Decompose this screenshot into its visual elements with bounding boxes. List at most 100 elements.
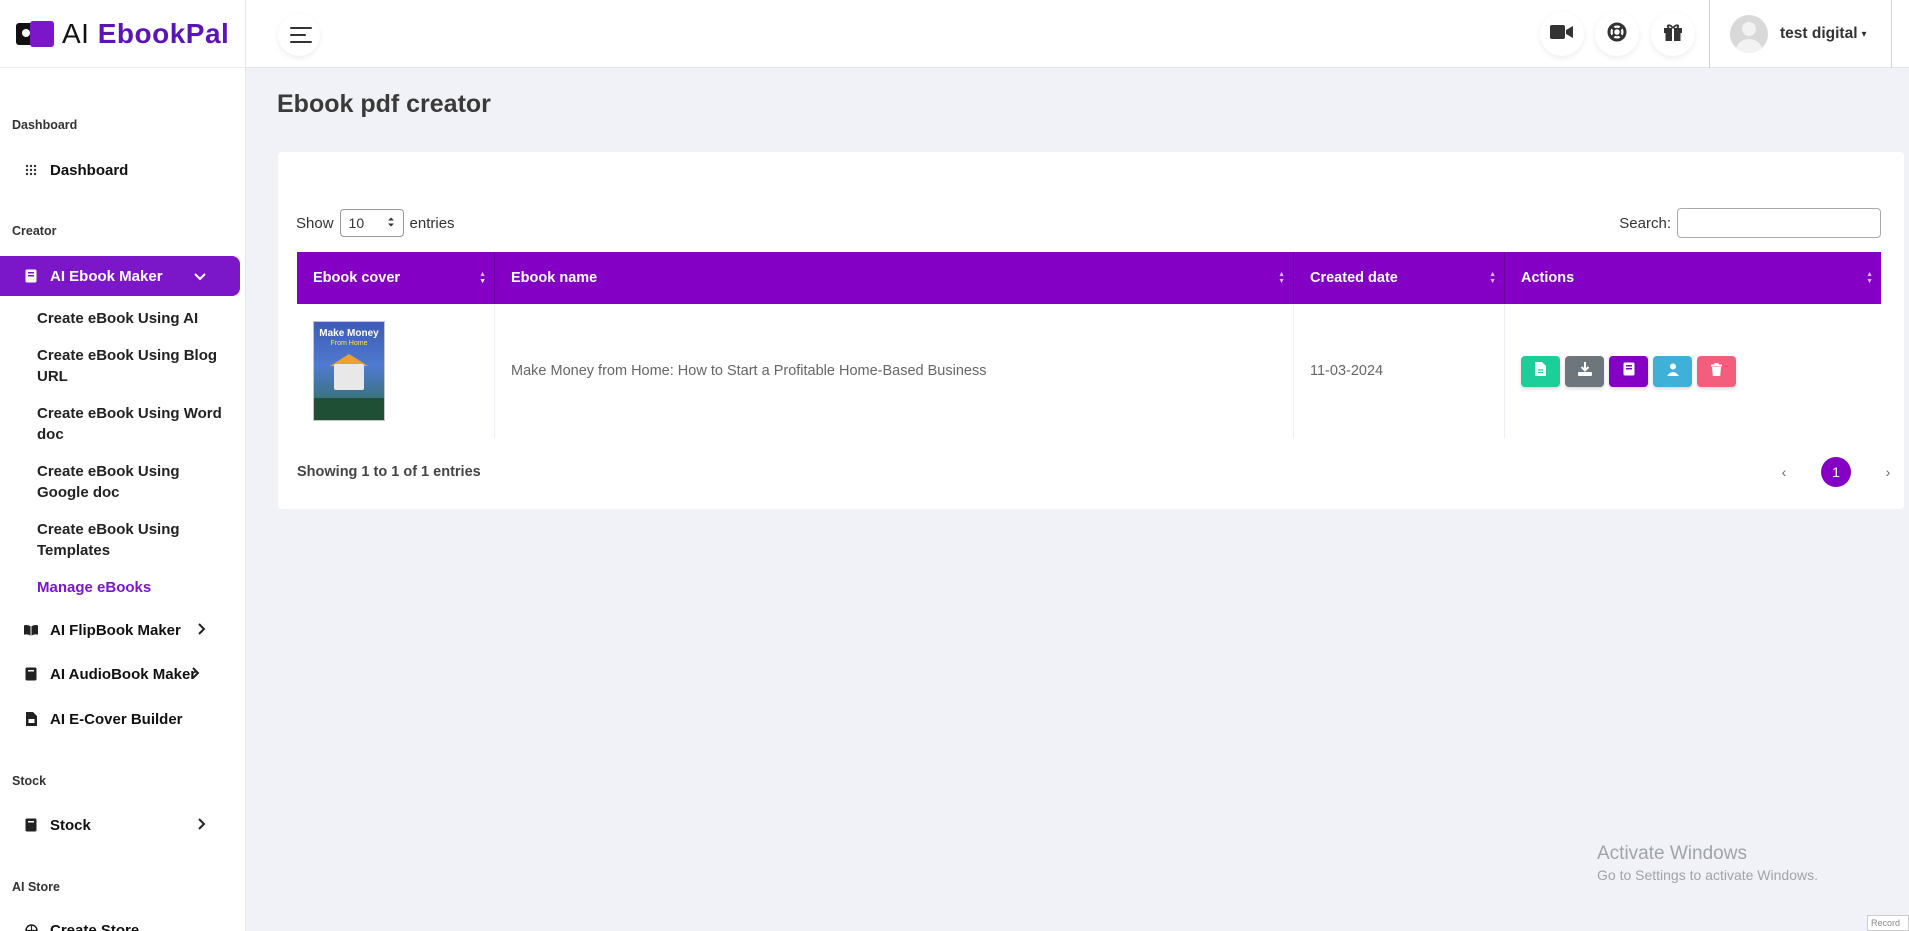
sidebar-item-label: AI E-Cover Builder (50, 710, 183, 728)
user-menu[interactable]: test digital ▾ (1709, 0, 1892, 68)
sidebar-item-ai-audiobook-maker[interactable]: AI AudioBook Maker (0, 662, 240, 686)
hamburger-icon (290, 27, 312, 29)
logo-text: AI EbookPal (62, 18, 229, 50)
submenu-create-ebook-google-doc[interactable]: Create eBook Using Google doc (37, 461, 227, 503)
column-ebook-name[interactable]: Ebook name ▲ ▼ (495, 252, 1294, 304)
column-created-date[interactable]: Created date ▲ ▼ (1294, 252, 1505, 304)
publish-button[interactable] (1653, 355, 1692, 387)
record-badge[interactable]: Record (1867, 915, 1909, 931)
open-book-icon (24, 623, 38, 637)
book-icon (1623, 362, 1635, 380)
column-label: Ebook cover (313, 270, 401, 286)
globe-icon (24, 923, 38, 931)
logo-mark-icon (16, 19, 56, 49)
windows-activation-watermark: Activate Windows Go to Settings to activ… (1597, 843, 1818, 883)
video-button[interactable] (1540, 12, 1584, 56)
open-book-button[interactable] (1609, 355, 1648, 387)
table-info: Showing 1 to 1 of 1 entries (297, 464, 481, 480)
video-camera-icon (1550, 24, 1574, 45)
logo-ai: AI (62, 17, 90, 49)
select-arrows-icon (387, 215, 395, 231)
chevron-right-icon (198, 622, 206, 638)
sort-icon: ▲ ▼ (1278, 271, 1285, 285)
page-title: Ebook pdf creator (277, 90, 491, 118)
submenu-create-ebook-ai[interactable]: Create eBook Using AI (37, 308, 227, 329)
column-label: Ebook name (511, 270, 598, 286)
submenu-create-ebook-templates[interactable]: Create eBook Using Templates (37, 519, 227, 561)
prev-page-button[interactable]: ‹ (1771, 464, 1797, 480)
top-header: test digital ▾ (246, 0, 1909, 68)
submenu-create-ebook-word-doc[interactable]: Create eBook Using Word doc (37, 403, 227, 445)
sort-icon: ▲ ▼ (1489, 271, 1496, 285)
ebooks-table: Ebook cover ▲ ▼ Ebook name ▲ ▼ Created dat… (297, 252, 1881, 438)
cell-created-date: 11-03-2024 (1294, 304, 1505, 438)
cover-subtitle: From Home (330, 340, 368, 347)
page-length-value: 10 (348, 215, 365, 231)
table-header: Ebook cover ▲ ▼ Ebook name ▲ ▼ Created dat… (297, 252, 1881, 304)
search-input[interactable] (1677, 208, 1881, 238)
file-image-icon (24, 712, 38, 726)
page-length-select[interactable]: 10 (339, 209, 404, 237)
column-actions[interactable]: Actions ▲ ▼ (1505, 252, 1881, 304)
search-label: Search: (1619, 214, 1671, 232)
lifebuoy-icon (1607, 22, 1627, 47)
trash-icon (1711, 362, 1722, 380)
logo[interactable]: AI EbookPal (0, 0, 245, 68)
book-icon (24, 818, 38, 832)
cell-ebook-name: Make Money from Home: How to Start a Pro… (495, 304, 1294, 438)
section-creator: Creator (12, 224, 57, 238)
sidebar-item-ai-ecover-builder[interactable]: AI E-Cover Builder (0, 707, 240, 731)
user-name: test digital (1780, 25, 1858, 42)
grid-icon (24, 163, 38, 177)
cell-actions (1505, 304, 1881, 438)
delete-button[interactable] (1697, 355, 1736, 387)
pdf-file-icon (1535, 362, 1546, 380)
chevron-down-icon (194, 268, 206, 284)
gift-button[interactable] (1651, 12, 1695, 56)
sidebar-item-label: AI AudioBook Maker (50, 665, 197, 683)
sort-icon: ▲ ▼ (479, 271, 486, 285)
sidebar-item-ai-ebook-maker[interactable]: AI Ebook Maker (0, 256, 240, 296)
support-button[interactable] (1595, 12, 1639, 56)
sidebar-item-label: Stock (50, 816, 91, 834)
avatar (1730, 15, 1768, 53)
sidebar-item-label: Dashboard (50, 161, 129, 179)
download-icon (1577, 362, 1592, 380)
chevron-right-icon (198, 817, 206, 833)
cover-title: Make Money (319, 328, 379, 339)
sidebar-item-create-store[interactable]: Create Store (0, 918, 240, 931)
app-root: AI EbookPal Dashboard Dashboard Creator … (0, 0, 1909, 931)
sidebar-item-dashboard[interactable]: Dashboard (0, 158, 240, 182)
section-dashboard: Dashboard (12, 118, 78, 132)
sidebar-item-stock[interactable]: Stock (0, 813, 240, 837)
section-stock: Stock (12, 774, 47, 788)
column-label: Actions (1521, 270, 1575, 286)
column-ebook-cover[interactable]: Ebook cover ▲ ▼ (297, 252, 495, 304)
section-ai-store: AI Store (12, 880, 60, 894)
next-page-button[interactable]: › (1875, 464, 1901, 480)
view-pdf-button[interactable] (1521, 355, 1560, 387)
search-control: Search: (1619, 208, 1881, 238)
cell-cover: Make Money From Home (297, 304, 495, 438)
download-button[interactable] (1565, 355, 1604, 387)
sort-icon: ▲ ▼ (1866, 271, 1873, 285)
submenu-manage-ebooks[interactable]: Manage eBooks (37, 577, 227, 598)
sidebar-item-label: AI FlipBook Maker (50, 621, 181, 639)
book-icon (24, 269, 38, 283)
sidebar-item-label: AI Ebook Maker (50, 267, 163, 285)
page-length-control: Show 10 entries (296, 209, 455, 237)
show-label: Show (296, 214, 334, 232)
table-row: Make Money From Home Make Money from Hom… (297, 304, 1881, 438)
sidebar-item-ai-flipbook-maker[interactable]: AI FlipBook Maker (0, 618, 240, 642)
menu-toggle-button[interactable] (278, 14, 320, 56)
page-1-button[interactable]: 1 (1821, 457, 1851, 487)
hamburger-icon-line (290, 41, 312, 43)
hamburger-icon-line (290, 34, 306, 36)
submenu-create-ebook-blog-url[interactable]: Create eBook Using Blog URL (37, 345, 227, 387)
ebook-cover-image[interactable]: Make Money From Home (313, 321, 385, 421)
ebooks-card: Show 10 entries Search: Ebook cover ▲ ▼ E… (278, 152, 1904, 509)
publish-icon (1666, 363, 1680, 380)
row-actions (1521, 355, 1736, 387)
entries-label: entries (409, 214, 455, 232)
sidebar: AI EbookPal Dashboard Dashboard Creator … (0, 0, 246, 931)
